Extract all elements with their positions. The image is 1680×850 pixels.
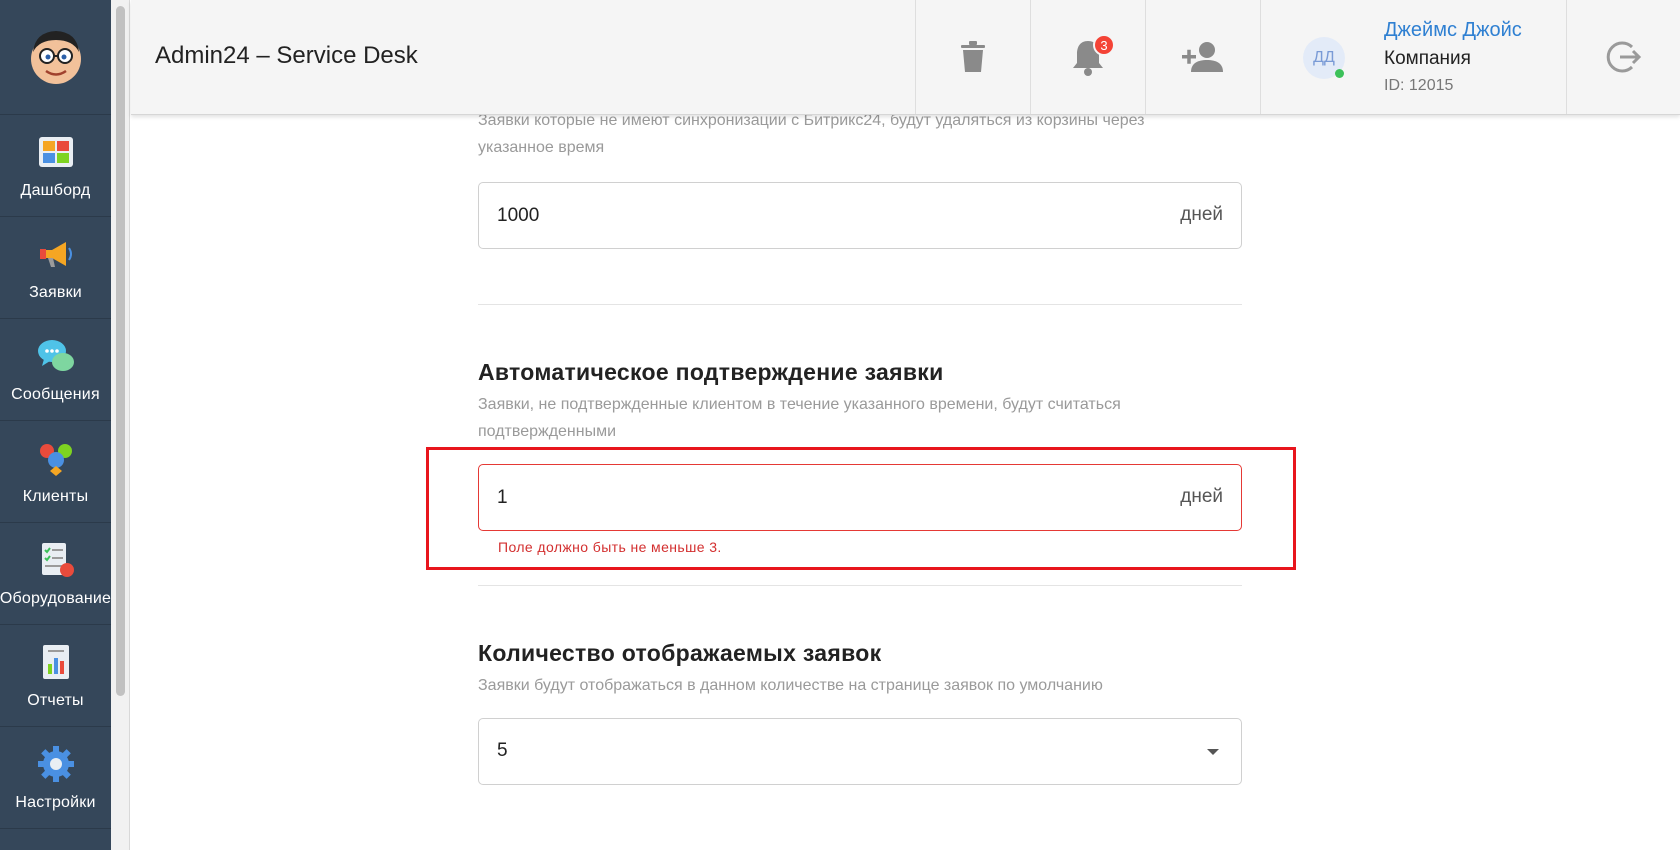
user-company: Компания bbox=[1384, 48, 1471, 69]
sidebar-item-dashboard[interactable]: Дашборд bbox=[0, 115, 111, 217]
sidebar-item-clients[interactable]: Клиенты bbox=[0, 421, 111, 523]
gear-icon bbox=[37, 745, 74, 782]
sidebar-item-tickets[interactable]: Заявки bbox=[0, 217, 111, 319]
report-chart-icon bbox=[42, 644, 69, 679]
app-logo[interactable] bbox=[0, 0, 111, 115]
display-count-value: 5 bbox=[497, 740, 508, 761]
logout-icon bbox=[1606, 41, 1641, 73]
equipment-checklist-icon bbox=[41, 542, 74, 577]
dropdown-caret-icon bbox=[1207, 749, 1219, 755]
trash-retention-input[interactable] bbox=[497, 183, 1097, 248]
sidebar-scrollbar[interactable] bbox=[111, 0, 130, 850]
notification-badge: 3 bbox=[1093, 34, 1115, 56]
sidebar-item-label: Сообщения bbox=[11, 385, 100, 403]
megaphone-icon bbox=[39, 241, 72, 267]
app-title: Admin24 – Service Desk bbox=[155, 42, 418, 69]
trash-retention-description: Заявки которые не имеют синхронизации с … bbox=[478, 112, 1145, 156]
sidebar-item-label: Оборудование bbox=[0, 589, 111, 607]
sidebar-item-settings[interactable]: Настройки bbox=[0, 727, 111, 829]
top-header: Admin24 – Service Desk 3 ДД Джеймс Джойс… bbox=[131, 0, 1680, 115]
add-user-button[interactable] bbox=[1145, 0, 1260, 114]
add-user-icon bbox=[1182, 42, 1223, 72]
sidebar-item-label: Отчеты bbox=[27, 691, 84, 709]
sidebar-item-reports[interactable]: Отчеты bbox=[0, 625, 111, 727]
display-count-description: Заявки будут отображаться в данном колич… bbox=[478, 677, 1103, 694]
user-name-link[interactable]: Джеймс Джойс bbox=[1384, 19, 1522, 42]
notifications-button[interactable]: 3 bbox=[1030, 0, 1145, 114]
auto-confirm-description: Заявки, не подтвержденные клиентом в теч… bbox=[478, 396, 1121, 440]
user-profile[interactable]: ДД Джеймс Джойс Компания ID: 12015 bbox=[1260, 0, 1566, 114]
sidebar-item-label: Настройки bbox=[15, 793, 96, 811]
trash-retention-field[interactable]: дней bbox=[478, 182, 1242, 249]
sidebar-item-messages[interactable]: Сообщения bbox=[0, 319, 111, 421]
sidebar: Дашборд Заявки Сообщения Клиенты Оборудо… bbox=[0, 0, 111, 850]
clients-icon bbox=[39, 443, 72, 476]
trash-icon bbox=[961, 41, 985, 72]
user-id: ID: 12015 bbox=[1384, 77, 1454, 94]
error-highlight-box bbox=[426, 447, 1296, 570]
trash-button[interactable] bbox=[915, 0, 1030, 114]
cartoon-face-logo-icon bbox=[30, 31, 81, 84]
dashboard-icon bbox=[38, 136, 73, 167]
settings-content: Заявки которые не имеют синхронизации с … bbox=[131, 112, 1680, 850]
scrollbar-thumb[interactable] bbox=[116, 6, 125, 696]
online-status-dot bbox=[1335, 69, 1344, 78]
sidebar-item-label: Дашборд bbox=[20, 181, 91, 199]
section-divider bbox=[478, 304, 1242, 305]
logout-button[interactable] bbox=[1566, 0, 1680, 114]
chat-bubbles-icon bbox=[37, 339, 74, 371]
sidebar-item-label: Заявки bbox=[29, 283, 82, 301]
display-count-title: Количество отображаемых заявок bbox=[478, 640, 882, 666]
section-divider bbox=[478, 585, 1242, 586]
sidebar-item-label: Клиенты bbox=[22, 487, 89, 505]
auto-confirm-title: Автоматическое подтверждение заявки bbox=[478, 359, 944, 385]
sidebar-item-equipment[interactable]: Оборудование bbox=[0, 523, 111, 625]
display-count-select[interactable]: 5 bbox=[478, 718, 1242, 785]
days-unit-label: дней bbox=[1180, 204, 1223, 225]
